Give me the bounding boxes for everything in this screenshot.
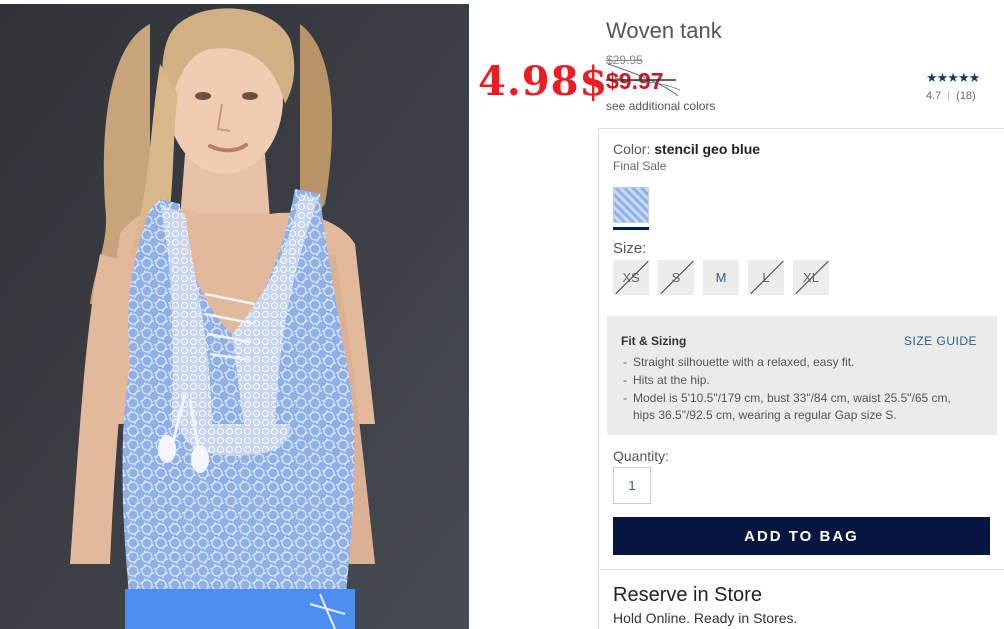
- quantity-input[interactable]: [613, 467, 651, 504]
- rating-divider: |: [947, 90, 951, 102]
- review-count[interactable]: (18): [956, 90, 976, 102]
- fit-details-list: Straight silhouette with a relaxed, easy…: [623, 354, 975, 425]
- fit-detail-item: Straight silhouette with a relaxed, easy…: [623, 354, 975, 371]
- model-wearing-tank-image: [0, 4, 469, 629]
- fit-detail-item: Hits at the hip.: [623, 372, 975, 389]
- reserve-in-store-title[interactable]: Reserve in Store: [613, 584, 762, 607]
- fit-detail-item: Model is 5'10.5"/179 cm, bust 33"/84 cm,…: [623, 390, 975, 424]
- size-option-m[interactable]: M: [703, 260, 739, 295]
- size-options: XS S M L XL: [613, 260, 829, 295]
- color-swatch-selected[interactable]: [613, 187, 649, 223]
- size-option-l[interactable]: L: [748, 260, 784, 295]
- size-option-s[interactable]: S: [658, 260, 694, 295]
- rating-summary[interactable]: ★★★★★ 4.7 | (18): [926, 70, 996, 102]
- sale-price: $9.97: [606, 68, 664, 94]
- color-label: Color:: [613, 141, 651, 157]
- add-to-bag-button[interactable]: ADD TO BAG: [613, 517, 990, 555]
- purchase-panel: Color: stencil geo blue Final Sale Size:…: [598, 128, 1004, 629]
- reserve-in-store-subtitle: Hold Online. Ready in Stores.: [613, 610, 798, 626]
- star-rating-icon: ★★★★★: [926, 70, 980, 85]
- original-price: $29.95: [606, 53, 643, 67]
- size-option-xs[interactable]: XS: [613, 260, 649, 295]
- handwritten-price-annotation: 4.98$: [478, 58, 609, 105]
- size-guide-link[interactable]: SIZE GUIDE: [904, 334, 977, 348]
- size-label: Size:: [613, 240, 647, 257]
- color-name: stencil geo blue: [654, 141, 761, 157]
- size-option-xl[interactable]: XL: [793, 260, 829, 295]
- fit-and-sizing-box: Fit & Sizing SIZE GUIDE Straight silhoue…: [607, 316, 997, 435]
- section-divider: [599, 569, 1004, 570]
- color-line: Color: stencil geo blue: [613, 141, 760, 157]
- final-sale-note: Final Sale: [613, 159, 667, 173]
- quantity-label: Quantity:: [613, 448, 670, 464]
- swatch-selected-indicator: [613, 227, 649, 230]
- product-title: Woven tank: [606, 18, 722, 43]
- additional-colors-link[interactable]: see additional colors: [606, 99, 715, 113]
- fit-title: Fit & Sizing: [621, 334, 687, 348]
- rating-score: 4.7: [926, 90, 942, 102]
- product-photo[interactable]: [0, 4, 469, 629]
